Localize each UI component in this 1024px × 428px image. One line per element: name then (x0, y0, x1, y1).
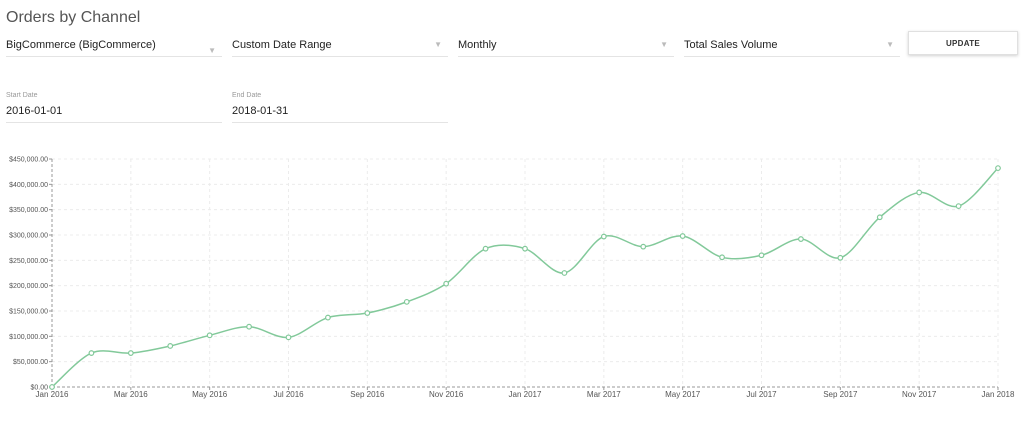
data-point (246, 323, 252, 330)
data-point (719, 254, 725, 261)
y-tick-label: $450,000.00 (9, 157, 48, 164)
series-points (49, 165, 1001, 390)
y-tick-label: $150,000.00 (9, 309, 48, 316)
metric-select-value: Total Sales Volume (684, 39, 778, 51)
data-point (876, 214, 883, 221)
x-tick-label: Mar 2017 (587, 390, 621, 399)
data-point (955, 203, 962, 210)
y-tick-label: $100,000.00 (9, 334, 48, 341)
date-range-select-value: Custom Date Range (232, 39, 332, 51)
date-range-select[interactable]: Custom Date Range ▼ (232, 34, 448, 57)
x-tick-label: May 2017 (665, 390, 701, 399)
data-point (285, 334, 292, 341)
data-point (995, 165, 1001, 172)
x-tick-label: Mar 2016 (114, 390, 148, 399)
y-tick-label: $350,000.00 (9, 207, 48, 214)
data-point (167, 343, 174, 349)
y-tick-label: $50,000.00 (13, 359, 48, 366)
metric-select[interactable]: Total Sales Volume ▼ (684, 34, 900, 57)
x-tick-label: Jan 2016 (36, 390, 69, 399)
y-axis-ticks: $0.00$50,000.00$100,000.00$150,000.00$20… (9, 157, 52, 392)
page-title: Orders by Channel (6, 9, 141, 26)
x-tick-label: Jul 2017 (746, 390, 777, 399)
x-axis-ticks: Jan 2016 Mar 2016 May 2016 Jul 2016 Sep 2016… (36, 387, 1015, 399)
chevron-down-icon: ▼ (886, 40, 894, 49)
x-tick-label: Nov 2016 (429, 390, 464, 399)
interval-select-value: Monthly (458, 39, 497, 51)
data-point (679, 233, 686, 239)
interval-select[interactable]: Monthly ▼ (458, 34, 674, 57)
x-tick-label: Sep 2016 (350, 390, 385, 399)
x-tick-label: Jan 2018 (982, 390, 1015, 399)
update-button[interactable]: UPDATE (908, 31, 1018, 55)
chevron-down-icon: ▼ (434, 40, 442, 49)
y-tick-label: $250,000.00 (9, 258, 48, 265)
channel-select[interactable]: BigCommerce (BigCommerce) ▼ (6, 34, 222, 57)
data-point (916, 189, 923, 196)
x-tick-label: Jul 2016 (273, 390, 304, 399)
series-line (51, 167, 999, 388)
data-point (325, 314, 331, 321)
data-point (364, 310, 371, 316)
data-point (600, 233, 607, 240)
orders-line-chart: $0.00$50,000.00$100,000.00$150,000.00$20… (9, 157, 1015, 400)
chevron-down-icon: ▼ (660, 40, 668, 49)
x-tick-label: Jan 2017 (509, 390, 542, 399)
x-tick-label: Sep 2017 (823, 390, 858, 399)
start-date-input[interactable] (6, 105, 222, 117)
channel-select-value: BigCommerce (BigCommerce) (6, 39, 156, 51)
y-tick-label: $300,000.00 (9, 233, 48, 240)
y-tick-label: $200,000.00 (9, 283, 48, 290)
data-point (206, 332, 213, 339)
start-date-field: Start Date (6, 92, 222, 123)
x-tick-label: Nov 2017 (902, 390, 937, 399)
start-date-label: Start Date (6, 92, 38, 99)
data-point (49, 384, 55, 390)
data-point (561, 270, 568, 276)
chevron-down-icon: ▼ (208, 46, 216, 55)
data-point (403, 298, 410, 305)
data-point (837, 254, 844, 261)
end-date-input[interactable] (232, 105, 448, 117)
data-point (798, 236, 804, 242)
end-date-field: End Date (232, 92, 448, 123)
data-point (758, 252, 765, 259)
end-date-label: End Date (232, 92, 262, 99)
data-point (88, 350, 95, 356)
y-tick-label: $400,000.00 (9, 182, 48, 189)
data-point (127, 350, 134, 356)
data-point (443, 280, 450, 287)
data-point (640, 243, 647, 250)
x-tick-label: May 2016 (192, 390, 228, 399)
data-point (522, 245, 528, 252)
chart-grid (52, 158, 999, 387)
data-point (482, 245, 489, 252)
